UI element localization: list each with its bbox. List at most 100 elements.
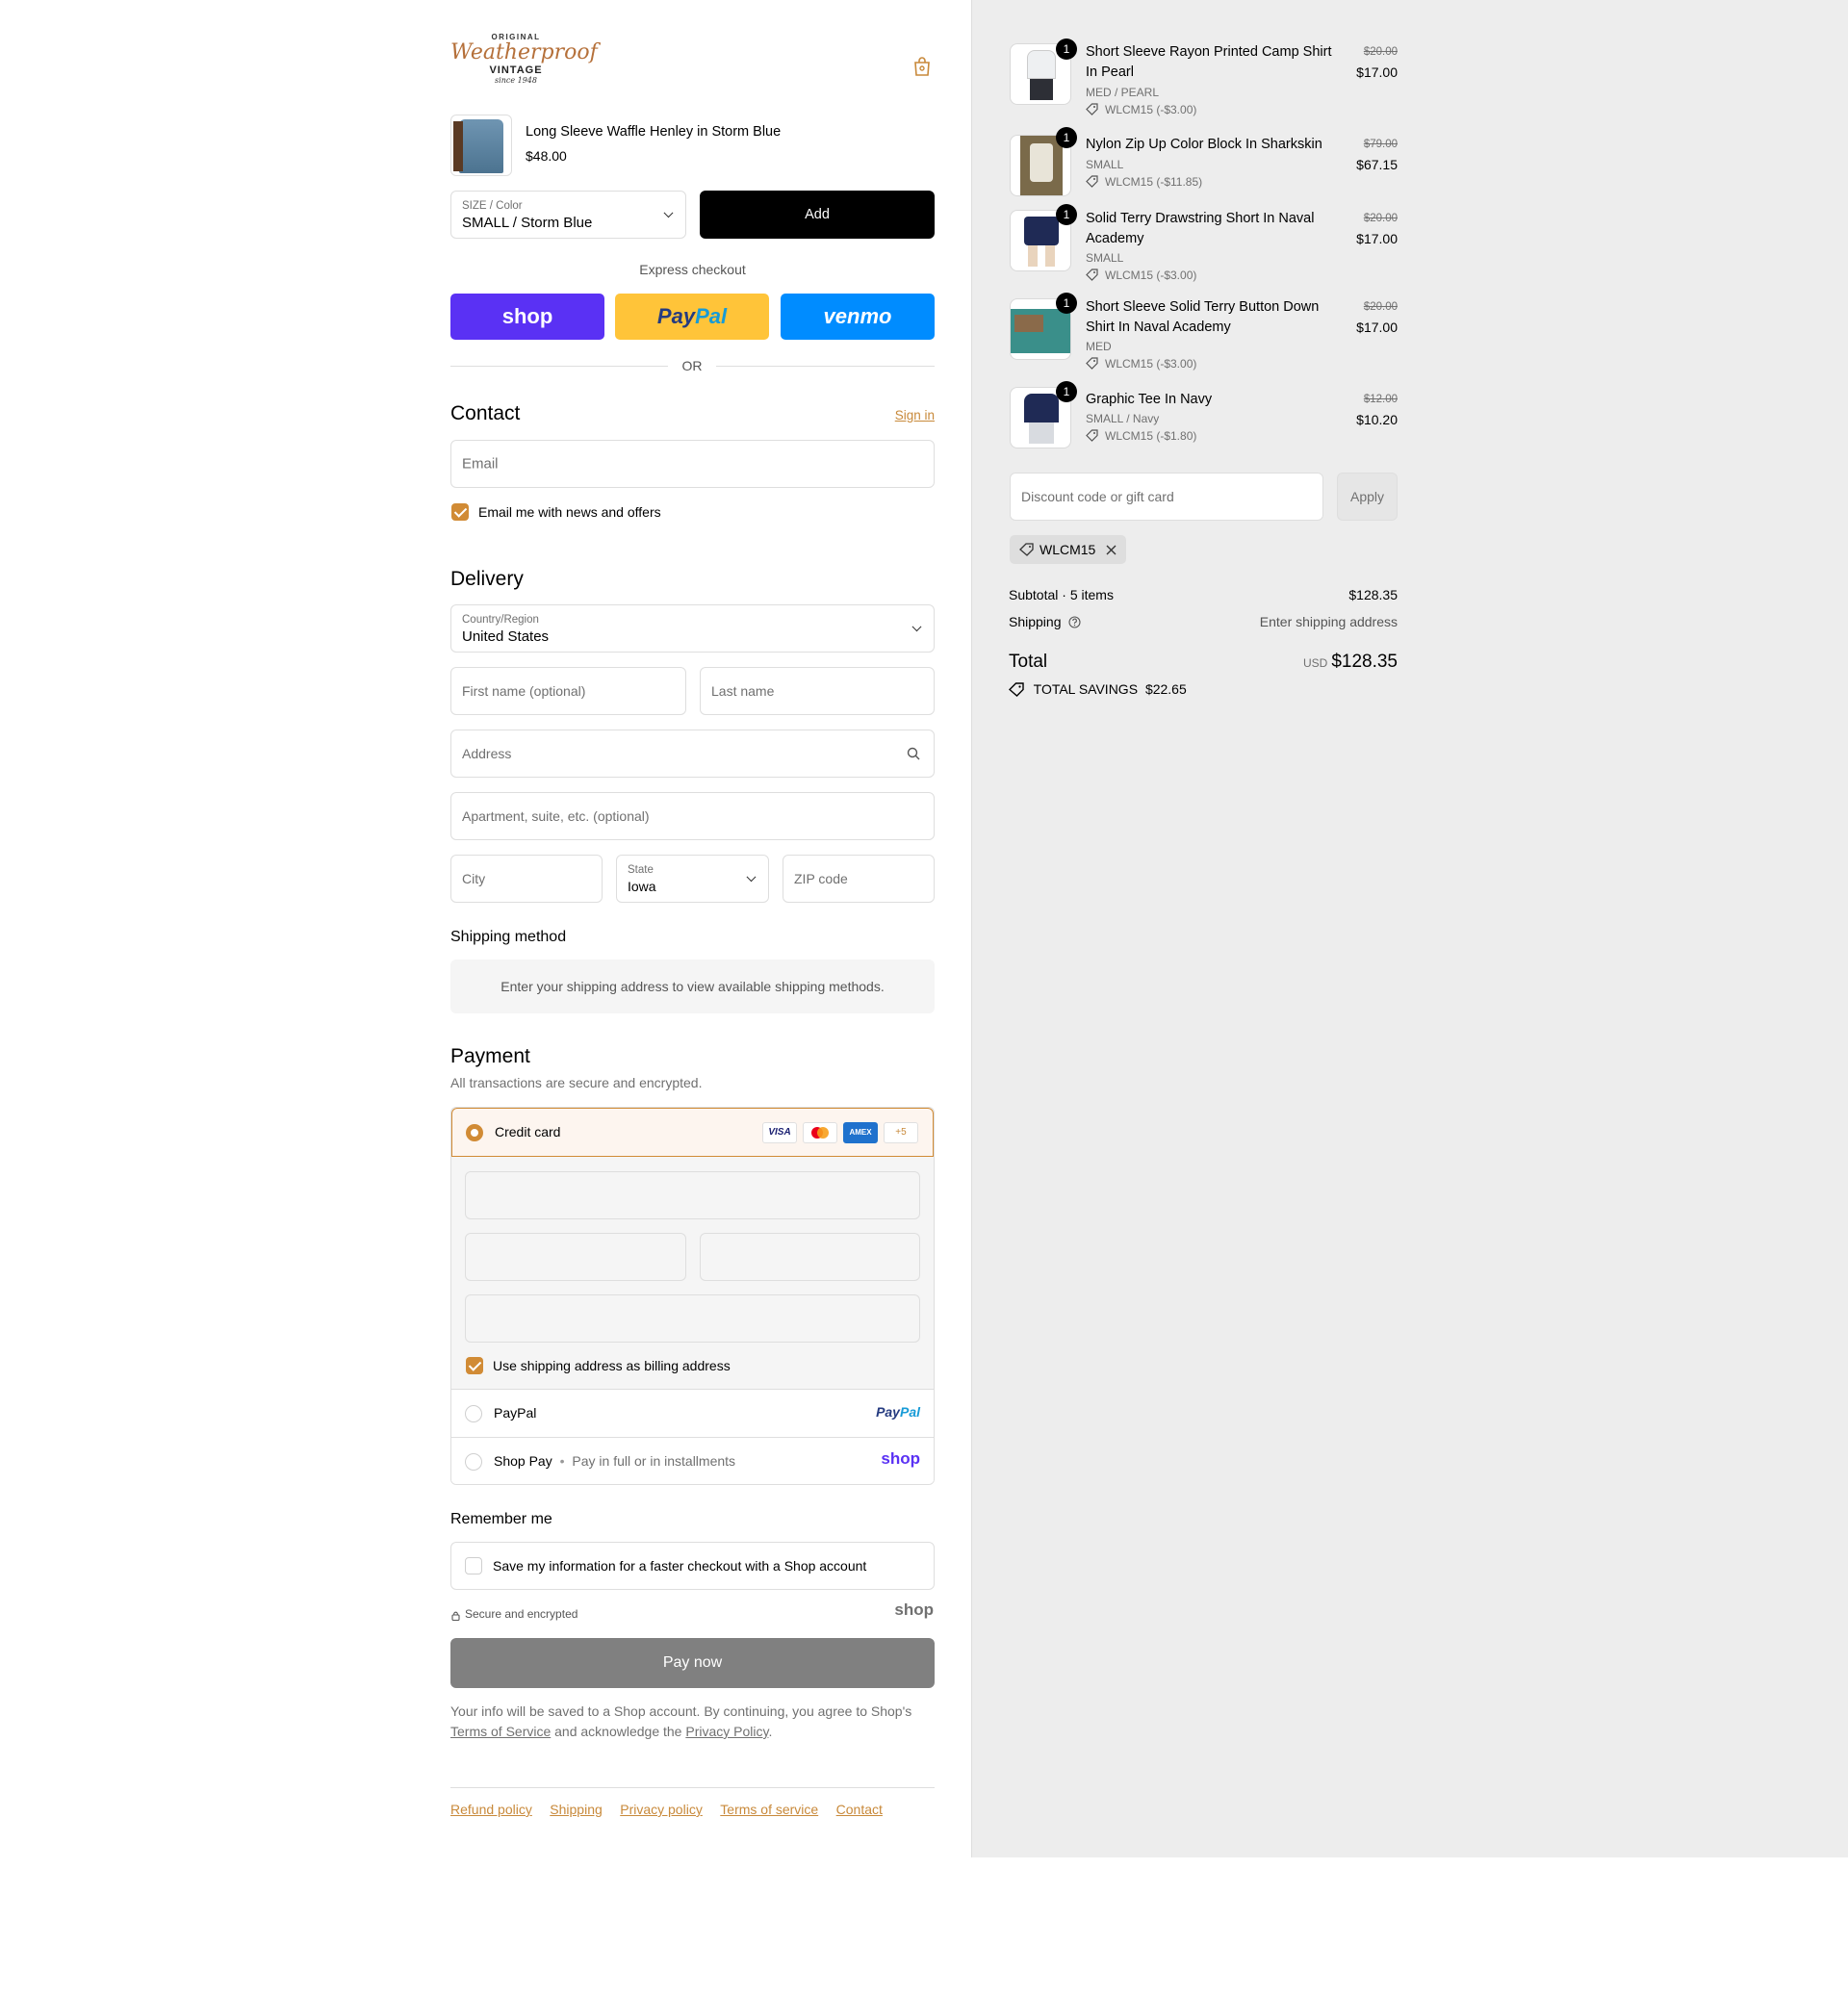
cart-item-variant: SMALL (1086, 158, 1124, 171)
add-button-label: Add (805, 207, 830, 222)
shop-logo: shop (894, 1600, 934, 1619)
news-offers-checkbox[interactable] (451, 503, 469, 521)
cart-item-quantity-badge: 1 (1056, 38, 1077, 60)
apartment-field[interactable]: Apartment, suite, etc. (optional) (450, 792, 935, 840)
total-savings: TOTAL SAVINGS $22.65 (1008, 681, 1187, 697)
shop-pay-note: Pay in full or in installments (572, 1453, 736, 1469)
visa-icon: VISA (762, 1122, 797, 1143)
credit-card-option[interactable]: Credit card VISA AMEX +5 (451, 1108, 934, 1157)
remember-me-heading: Remember me (450, 1511, 552, 1527)
paypal-button[interactable]: PayPal (615, 294, 769, 340)
paypal-option[interactable]: PayPal PayPal (451, 1389, 934, 1437)
upsell-size-select[interactable]: SIZE / Color SMALL / Storm Blue (450, 191, 686, 239)
cart-item-price: $67.15 (1356, 157, 1398, 172)
tag-icon (1086, 175, 1098, 188)
paypal-radio[interactable] (465, 1405, 482, 1422)
tag-icon (1019, 543, 1034, 556)
first-name-field[interactable]: First name (optional) (450, 667, 686, 715)
billing-same-label: Use shipping address as billing address (493, 1358, 731, 1373)
zip-field[interactable]: ZIP code (783, 855, 935, 903)
state-value: Iowa (628, 879, 656, 894)
paypal-logo-pay: Pay (656, 304, 696, 328)
shop-pay-option[interactable]: Shop Pay • Pay in full or in installment… (451, 1437, 934, 1484)
cart-item-price: $10.20 (1356, 412, 1398, 427)
cart-item-original-price: $12.00 (1363, 394, 1398, 405)
first-name-placeholder: First name (optional) (462, 683, 586, 699)
footer-links: Refund policy Shipping Privacy policy Te… (450, 1802, 896, 1819)
delivery-heading: Delivery (450, 568, 524, 590)
apply-discount-button[interactable]: Apply (1337, 473, 1398, 521)
name-on-card-field[interactable] (465, 1294, 920, 1343)
cart-item-discount: WLCM15 (-$1.80) (1086, 429, 1196, 443)
pay-now-label: Pay now (662, 1654, 723, 1671)
refund-policy-link[interactable]: Refund policy (450, 1802, 532, 1817)
upsell-add-button[interactable]: Add (700, 191, 935, 239)
zip-placeholder: ZIP code (794, 871, 848, 886)
card-number-field[interactable] (465, 1171, 920, 1219)
cart-item-quantity-badge: 1 (1056, 127, 1077, 148)
subtotal-label: Subtotal · 5 items (1009, 587, 1114, 602)
store-logo[interactable]: ORIGINAL Weatherproof VINTAGE since 1948 (450, 33, 598, 102)
city-field[interactable]: City (450, 855, 603, 903)
upsell-thumbnail (450, 115, 512, 176)
venmo-button[interactable]: venmo (781, 294, 935, 340)
logo-script-text: Weatherproof (450, 40, 598, 64)
close-icon[interactable] (1106, 545, 1116, 555)
sign-in-link[interactable]: Sign in (895, 408, 935, 422)
footer-divider (450, 1787, 935, 1788)
pay-now-button[interactable]: Pay now (450, 1638, 935, 1688)
tag-icon (1086, 103, 1098, 115)
or-divider-right (716, 366, 935, 367)
cart-item-original-price: $79.00 (1363, 139, 1398, 150)
discount-code-field[interactable]: Discount code or gift card (1010, 473, 1323, 521)
cart-item-price: $17.00 (1356, 231, 1398, 246)
cart-item-name: Solid Terry Drawstring Short In Naval Ac… (1086, 211, 1315, 246)
total-label: Total (1009, 652, 1048, 672)
security-code-field[interactable] (700, 1233, 920, 1281)
shipping-method-heading: Shipping method (450, 929, 567, 945)
shipping-policy-link[interactable]: Shipping (550, 1802, 603, 1817)
shopping-bag-icon[interactable] (913, 57, 931, 76)
country-value: United States (462, 628, 550, 645)
credit-card-radio[interactable] (466, 1124, 483, 1141)
billing-same-checkbox[interactable] (466, 1357, 483, 1374)
country-select[interactable]: Country/Region United States (450, 604, 935, 653)
terms-of-service-link[interactable]: Terms of Service (450, 1724, 551, 1739)
size-value: SMALL / Storm Blue (462, 215, 593, 231)
tag-icon (1086, 269, 1098, 281)
news-offers-label: Email me with news and offers (478, 504, 661, 520)
secure-encrypted-text: Secure and encrypted (465, 1607, 578, 1621)
search-icon[interactable] (907, 747, 920, 760)
shop-pay-radio[interactable] (465, 1453, 482, 1471)
tag-icon (1008, 682, 1024, 697)
applied-discount-code: WLCM15 (1040, 542, 1096, 557)
save-info-checkbox[interactable] (465, 1557, 482, 1575)
help-circle-icon[interactable] (1068, 616, 1081, 628)
privacy-policy-link[interactable]: Privacy Policy (685, 1724, 768, 1739)
cart-item-quantity-badge: 1 (1056, 293, 1077, 314)
contact-link[interactable]: Contact (836, 1802, 883, 1817)
cart-item-variant: SMALL / Navy (1086, 412, 1160, 425)
email-field[interactable]: Email (450, 440, 935, 488)
save-info-box[interactable]: Save my information for a faster checkou… (450, 1542, 935, 1590)
cart-item-original-price: $20.00 (1363, 46, 1398, 58)
state-select[interactable]: State Iowa (616, 855, 769, 903)
last-name-field[interactable]: Last name (700, 667, 935, 715)
total-value: $128.35 (1331, 652, 1398, 672)
cart-item-name: Nylon Zip Up Color Block In Sharkskin (1086, 137, 1322, 152)
cart-item-original-price: $20.00 (1363, 301, 1398, 313)
privacy-policy-footer-link[interactable]: Privacy policy (620, 1802, 703, 1817)
cart-item-name: Short Sleeve Rayon Printed Camp Shirt In… (1086, 44, 1332, 80)
expiration-field[interactable] (465, 1233, 686, 1281)
chevron-down-icon (746, 872, 757, 883)
total-amount: USD $128.35 (1303, 652, 1398, 673)
terms-of-service-footer-link[interactable]: Terms of service (720, 1802, 818, 1817)
total-savings-value: $22.65 (1144, 681, 1187, 697)
venmo-logo: venmo (823, 304, 892, 328)
address-field[interactable]: Address (450, 730, 935, 778)
upsell-product-price: $48.00 (526, 148, 567, 164)
email-placeholder: Email (462, 455, 499, 473)
shipping-method-message-box: Enter your shipping address to view avai… (450, 960, 935, 1013)
shop-pay-button[interactable]: shop (450, 294, 604, 340)
cart-item-variant: MED / PEARL (1086, 86, 1160, 99)
